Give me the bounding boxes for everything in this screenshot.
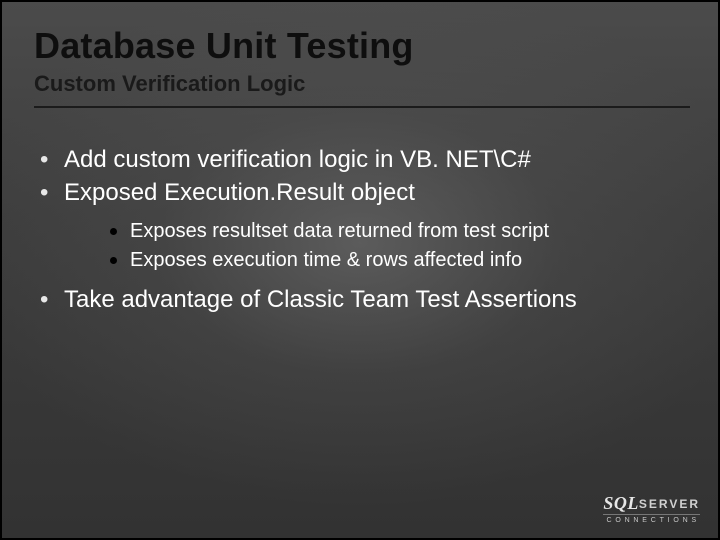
- bullet-item: Add custom verification logic in VB. NET…: [34, 144, 690, 175]
- bullet-list: Add custom verification logic in VB. NET…: [34, 144, 690, 316]
- slide-body: Add custom verification logic in VB. NET…: [34, 144, 690, 316]
- sub-bullet-item: Exposes execution time & rows affected i…: [104, 247, 690, 274]
- sub-bullet-text: Exposes execution time & rows affected i…: [130, 249, 522, 271]
- bullet-text: Add custom verification logic in VB. NET…: [64, 146, 531, 173]
- sqlserver-connections-logo: SQLSERVER CONNECTIONS: [603, 494, 700, 524]
- bullet-item: Take advantage of Classic Team Test Asse…: [34, 284, 690, 315]
- slide-title: Database Unit Testing: [34, 26, 690, 66]
- logo-server: SERVER: [639, 497, 700, 511]
- logo-top-line: SQLSERVER: [603, 494, 700, 512]
- bullet-item: Exposed Execution.Result object Exposes …: [34, 177, 690, 274]
- bullet-text: Exposed Execution.Result object: [64, 179, 415, 206]
- sub-bullet-text: Exposes resultset data returned from tes…: [130, 220, 549, 242]
- logo-sub: CONNECTIONS: [603, 514, 700, 524]
- slide-subtitle: Custom Verification Logic: [34, 72, 690, 96]
- title-rule: [34, 106, 690, 108]
- bullet-text: Take advantage of Classic Team Test Asse…: [64, 286, 577, 313]
- sub-bullet-item: Exposes resultset data returned from tes…: [104, 218, 690, 245]
- sub-bullet-list: Exposes resultset data returned from tes…: [104, 218, 690, 274]
- logo-sql: SQL: [603, 493, 639, 513]
- slide: Database Unit Testing Custom Verificatio…: [0, 0, 720, 540]
